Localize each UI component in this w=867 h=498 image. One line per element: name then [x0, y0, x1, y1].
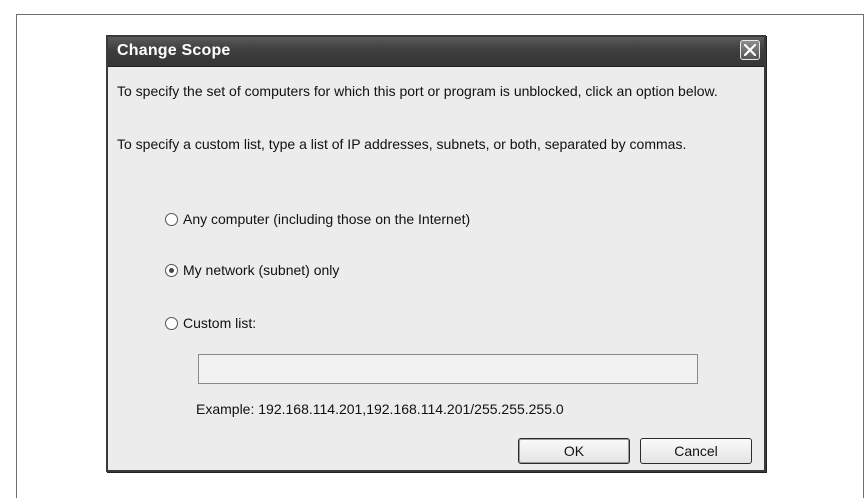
option-my-network[interactable]: My network (subnet) only	[165, 260, 339, 280]
option-label: Custom list:	[183, 315, 257, 331]
dialog-title: Change Scope	[117, 42, 231, 59]
custom-list-input[interactable]	[198, 354, 698, 384]
example-text: Example: 192.168.114.201,192.168.114.201…	[196, 401, 564, 417]
change-scope-dialog: Change Scope To specify the set of compu…	[106, 35, 766, 472]
option-label: Any computer (including those on the Int…	[183, 211, 471, 227]
ok-button[interactable]: OK	[518, 438, 630, 464]
radio-any-computer[interactable]	[165, 212, 178, 226]
close-icon	[744, 44, 756, 56]
custom-help-text: To specify a custom list, type a list of…	[117, 136, 687, 152]
option-any-computer[interactable]: Any computer (including those on the Int…	[165, 209, 470, 229]
radio-my-network[interactable]	[165, 263, 178, 277]
option-label: My network (subnet) only	[183, 262, 340, 278]
option-custom-list[interactable]: Custom list:	[165, 313, 256, 333]
title-bar: Change Scope	[108, 37, 764, 67]
radio-custom-list[interactable]	[165, 316, 178, 330]
close-button[interactable]	[740, 40, 760, 60]
cancel-button[interactable]: Cancel	[640, 438, 752, 464]
intro-text: To specify the set of computers for whic…	[117, 83, 718, 99]
